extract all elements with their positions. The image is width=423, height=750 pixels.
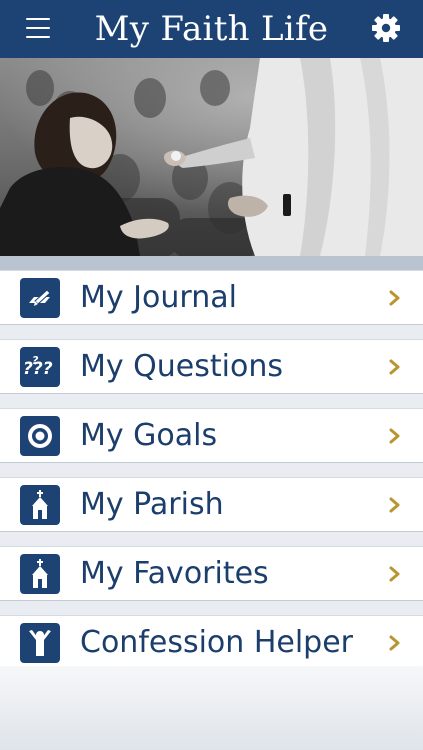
target-icon xyxy=(20,416,60,456)
menu-item-label: My Journal xyxy=(80,280,237,315)
menu-item-label: My Goals xyxy=(80,418,218,453)
question-marks-icon: ??? ? xyxy=(20,347,60,387)
chevron-right-icon xyxy=(389,290,400,306)
hero-photo xyxy=(0,58,423,256)
church-icon xyxy=(20,485,60,525)
church-icon xyxy=(20,554,60,594)
bottom-background xyxy=(0,666,423,750)
journal-pen-icon xyxy=(20,278,60,318)
menu-item-label: My Parish xyxy=(80,487,224,522)
chevron-right-icon xyxy=(389,635,400,651)
hero-divider-band xyxy=(0,256,423,270)
menu-item-my-questions[interactable]: ??? ? My Questions xyxy=(0,339,423,394)
menu-item-label: My Questions xyxy=(80,349,283,384)
header-bar: My Faith Life xyxy=(0,0,423,58)
menu-item-my-journal[interactable]: My Journal xyxy=(0,270,423,325)
chevron-right-icon xyxy=(389,566,400,582)
menu-item-my-favorites[interactable]: My Favorites xyxy=(0,546,423,601)
menu-item-label: Confession Helper xyxy=(80,625,354,660)
hamburger-menu-icon[interactable] xyxy=(26,18,50,38)
menu-item-my-goals[interactable]: My Goals xyxy=(0,408,423,463)
main-menu: My Journal ??? ? My Questions My Goals M… xyxy=(0,270,423,684)
app-screen: My Faith Life My Journal ??? ? My Questi… xyxy=(0,0,423,750)
svg-text:?: ? xyxy=(32,354,39,367)
app-title: My Faith Life xyxy=(94,9,329,49)
menu-item-my-parish[interactable]: My Parish xyxy=(0,477,423,532)
menu-item-label: My Favorites xyxy=(80,556,269,591)
chevron-right-icon xyxy=(389,428,400,444)
raised-arms-person-icon xyxy=(20,623,60,663)
gear-icon[interactable] xyxy=(371,13,401,43)
chevron-right-icon xyxy=(389,497,400,513)
chevron-right-icon xyxy=(389,359,400,375)
menu-item-confession-helper[interactable]: Confession Helper xyxy=(0,615,423,670)
